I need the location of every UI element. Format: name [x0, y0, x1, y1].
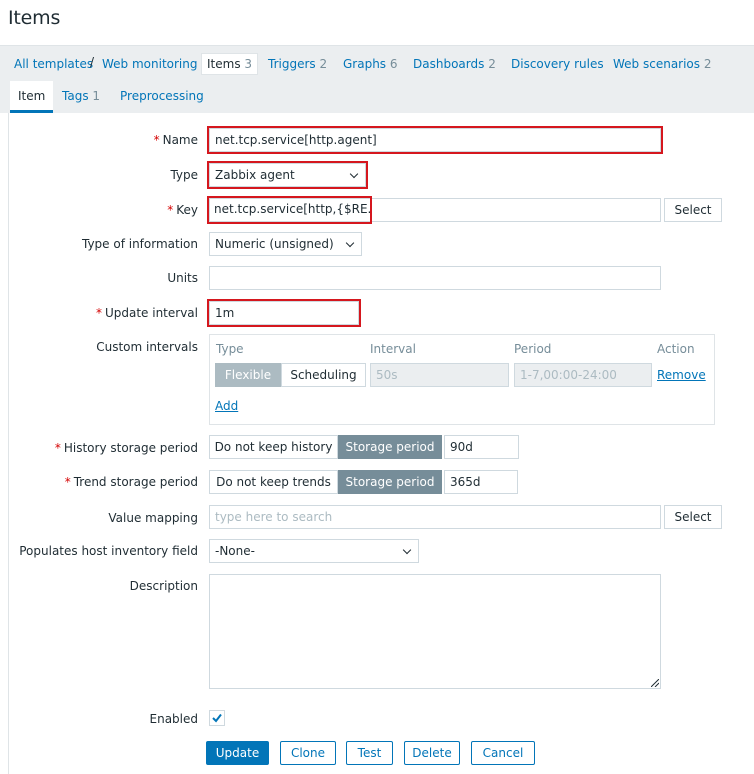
update-button[interactable]: Update: [206, 741, 269, 765]
description-label: Description: [129, 579, 198, 593]
required-mark: *: [95, 306, 102, 320]
ci-header-interval: Interval: [370, 342, 416, 356]
resize-grip-icon[interactable]: [651, 679, 659, 687]
key-label-text: Key: [176, 203, 198, 217]
trends-storage-period-toggle[interactable]: Storage period: [338, 470, 442, 494]
nav-items[interactable]: Items 3: [201, 53, 259, 75]
tab-label: Preprocessing: [120, 89, 204, 103]
nav-discovery-rules[interactable]: Discovery rules: [511, 54, 604, 76]
history-label-text: History storage period: [63, 441, 198, 455]
cancel-button[interactable]: Cancel: [471, 741, 535, 765]
ci-header-period: Period: [514, 342, 552, 356]
nav-all-templates[interactable]: All templates: [14, 54, 93, 76]
nav-label: Dashboards: [413, 57, 485, 71]
item-form: * Name net.tcp.service[http.agent] Type Z…: [8, 113, 754, 774]
name-input[interactable]: net.tcp.service[http.agent]: [207, 126, 663, 154]
key-value: net.tcp.service[http,{$RE.IP}]: [207, 196, 372, 224]
ci-add-link[interactable]: Add: [215, 399, 238, 413]
tab-tags[interactable]: Tags 1: [62, 81, 100, 113]
nav-web-scenarios[interactable]: Web scenarios 2: [613, 54, 712, 76]
history-storage-period-toggle[interactable]: Storage period: [338, 435, 442, 459]
update-interval-label: * Update interval: [96, 306, 198, 320]
required-mark: *: [64, 475, 71, 489]
ci-header-action: Action: [657, 342, 695, 356]
breadcrumb-nav: All templates / Web monitoring Items 3 T…: [0, 45, 754, 81]
type-of-information-select[interactable]: Numeric (unsigned): [209, 232, 362, 256]
nav-label: Triggers: [268, 57, 316, 71]
type-of-information-value: Numeric (unsigned): [215, 237, 334, 251]
nav-label: All templates: [14, 57, 94, 71]
update-interval-label-text: Update interval: [104, 306, 198, 320]
units-input[interactable]: [209, 266, 661, 290]
key-select-button[interactable]: Select: [664, 198, 722, 222]
ci-header-type: Type: [216, 342, 244, 356]
nav-dashboards[interactable]: Dashboards 2: [413, 54, 496, 76]
nav-count: 2: [703, 57, 712, 71]
value-mapping-select-button[interactable]: Select: [664, 505, 722, 529]
nav-count: 3: [244, 57, 253, 71]
custom-intervals-table: Type Interval Period Action Flexible Sch…: [209, 334, 715, 425]
inventory-label: Populates host inventory field: [19, 544, 198, 558]
form-tabs: Item Tags 1 Preprocessing: [0, 81, 754, 113]
nav-count: 2: [319, 57, 328, 71]
nav-count: 2: [488, 57, 496, 71]
value-mapping-label: Value mapping: [108, 511, 198, 525]
enabled-label: Enabled: [149, 712, 199, 726]
ci-flexible-toggle[interactable]: Flexible: [215, 363, 281, 387]
clone-button[interactable]: Clone: [280, 741, 336, 765]
name-label: * Name: [154, 133, 198, 147]
description-textarea[interactable]: [209, 574, 661, 689]
checkmark-icon: [212, 713, 222, 723]
type-label: Type: [170, 168, 198, 182]
nav-label: Web scenarios: [613, 57, 701, 71]
nav-label: Graphs: [343, 57, 387, 71]
tab-count: 1: [92, 89, 101, 103]
test-button[interactable]: Test: [346, 741, 393, 765]
custom-intervals-label: Custom intervals: [96, 340, 198, 354]
required-mark: *: [167, 203, 174, 217]
page-title: Items: [8, 7, 61, 29]
ci-period-input[interactable]: 1-7,00:00-24:00: [514, 363, 652, 387]
update-interval-input[interactable]: 1m: [207, 299, 361, 327]
nav-label: Discovery rules: [511, 57, 604, 71]
trends-do-not-keep-toggle[interactable]: Do not keep trends: [209, 470, 338, 494]
nav-count: 6: [389, 57, 398, 71]
tab-item[interactable]: Item: [10, 81, 54, 113]
history-period-input[interactable]: 90d: [444, 435, 519, 459]
breadcrumb-separator: /: [90, 55, 95, 69]
required-mark: *: [153, 133, 160, 147]
history-do-not-keep-toggle[interactable]: Do not keep history: [209, 435, 338, 459]
nav-label: Items: [207, 57, 241, 71]
tab-label: Tags: [62, 89, 89, 103]
ci-scheduling-toggle[interactable]: Scheduling: [281, 363, 366, 387]
nav-label: Web monitoring: [102, 57, 198, 71]
nav-web-monitoring[interactable]: Web monitoring: [102, 54, 197, 76]
value-mapping-input[interactable]: type here to search: [209, 505, 661, 529]
type-value: Zabbix agent: [215, 168, 295, 182]
type-select[interactable]: Zabbix agent: [207, 161, 368, 189]
history-label: * History storage period: [55, 441, 198, 455]
tab-label: Item: [18, 89, 46, 103]
ci-interval-input[interactable]: 50s: [370, 363, 509, 387]
nav-graphs[interactable]: Graphs 6: [343, 54, 398, 76]
name-label-text: Name: [162, 133, 198, 147]
required-mark: *: [54, 441, 61, 455]
ci-remove-link[interactable]: Remove: [657, 368, 706, 382]
trends-label-text: Trend storage period: [73, 475, 198, 489]
nav-triggers[interactable]: Triggers 2: [268, 54, 327, 76]
type-of-information-label: Type of information: [81, 237, 198, 251]
inventory-value: -None-: [215, 544, 255, 558]
trends-label: * Trend storage period: [65, 475, 198, 489]
trends-period-input[interactable]: 365d: [444, 470, 518, 494]
delete-button[interactable]: Delete: [404, 741, 460, 765]
inventory-select[interactable]: -None-: [209, 539, 419, 563]
tab-preprocessing[interactable]: Preprocessing: [120, 81, 204, 113]
key-label: * Key: [167, 203, 198, 217]
enabled-checkbox[interactable]: [209, 710, 225, 726]
units-label: Units: [167, 271, 198, 285]
